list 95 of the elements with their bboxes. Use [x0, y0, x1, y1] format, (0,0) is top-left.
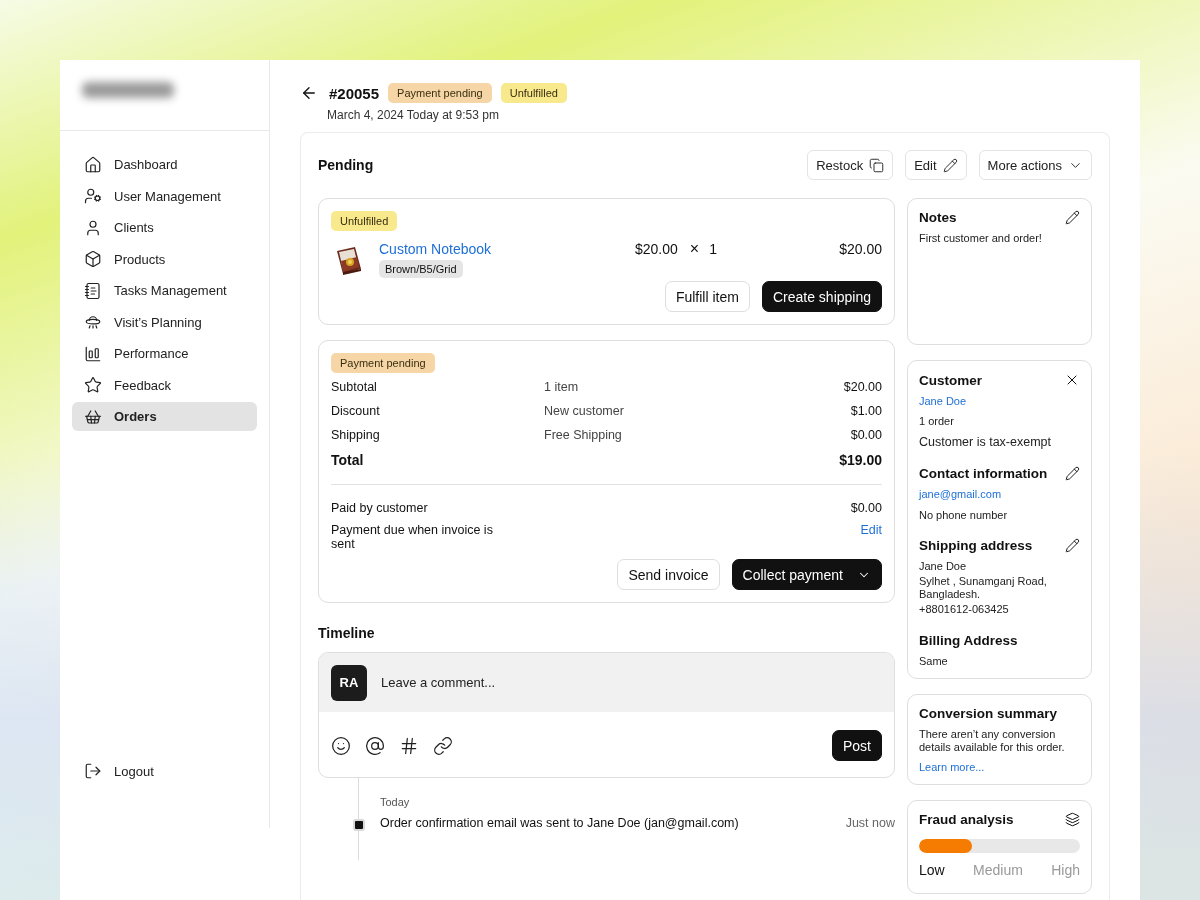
chart-icon	[84, 344, 102, 363]
quantity: 1	[709, 241, 717, 257]
risk-level: High	[1051, 862, 1080, 879]
customer-text: Sylhet , Sunamganj Road, Bangladesh.	[919, 574, 1048, 602]
status-badge: Payment pending	[388, 83, 492, 103]
star-icon	[84, 376, 102, 394]
action-button[interactable]: Edit	[905, 150, 967, 180]
post-button[interactable]: Post	[832, 730, 882, 761]
edit-link[interactable]: Edit	[860, 523, 882, 537]
customer-text: 1 order	[919, 415, 955, 429]
card-title: Billing Address	[919, 632, 1018, 648]
sidebar-item[interactable]: Visit’s Planning	[72, 307, 257, 337]
sidebar-item[interactable]: Products	[72, 244, 257, 274]
panel-title: Pending	[318, 157, 375, 173]
at-sign-icon[interactable]	[365, 735, 385, 756]
sidebar-item[interactable]: Orders	[72, 402, 257, 431]
summary-label: Shipping	[331, 428, 381, 442]
hash-icon[interactable]	[399, 735, 419, 756]
unit-price: $20.00	[635, 241, 678, 257]
summary-amount: $1.00	[849, 404, 882, 418]
payment-label: Payment due when invoice is sent	[331, 523, 494, 551]
summary-label: Total	[331, 452, 365, 468]
customer-text: +8801612-063425	[919, 603, 1010, 617]
notebook-icon	[84, 281, 102, 300]
card-title: Contact information	[919, 466, 1048, 482]
customer-text: No phone number	[919, 508, 1009, 522]
action-button[interactable]: Restock	[807, 150, 894, 180]
payment-label: Paid by customer	[331, 501, 429, 515]
customer-text: Customer is tax-exempt	[919, 435, 1052, 451]
card-title: Customer	[919, 372, 982, 388]
summary-amount: $19.00	[839, 452, 882, 468]
line-total: $20.00	[839, 241, 882, 257]
logout-icon	[84, 762, 102, 780]
basket-icon	[84, 407, 102, 426]
sidebar-item[interactable]: Dashboard	[72, 150, 257, 179]
pencil-icon[interactable]	[1065, 466, 1080, 482]
logout-item[interactable]: Logout	[72, 756, 257, 786]
secondary-button[interactable]: Fulfill item	[664, 281, 750, 312]
summary-amount: $0.00	[849, 428, 882, 442]
primary-button[interactable]: Collect payment	[731, 559, 882, 590]
summary-label: Discount	[331, 404, 381, 418]
primary-button[interactable]: Create shipping	[761, 281, 882, 312]
conversion-text: There aren’t any conversion details available for this order.	[919, 727, 1066, 755]
customer-link[interactable]: Jane Doe	[919, 395, 1080, 409]
summary-detail: 1 item	[544, 380, 580, 394]
note-text: First customer and order!	[919, 232, 1043, 246]
link-icon[interactable]	[433, 735, 453, 756]
learn-more-link[interactable]: Learn more...	[919, 761, 1080, 775]
card-title: Fraud analysis	[919, 812, 1014, 828]
order-date: March 4, 2024 Today at 9:53 pm	[327, 108, 500, 122]
sidebar-item[interactable]: Performance	[72, 339, 257, 368]
risk-level: Medium	[973, 862, 1023, 879]
order-number: #20055	[329, 84, 380, 102]
product-link[interactable]: Custom Notebook	[379, 241, 492, 257]
summary-amount: $20.00	[842, 380, 882, 394]
user-icon	[84, 218, 102, 237]
pencil-icon[interactable]	[1065, 537, 1080, 553]
customer-text: Same	[919, 654, 949, 668]
section-title: Timeline	[318, 625, 376, 641]
pencil-icon	[942, 157, 958, 173]
times-sign: ×	[689, 241, 700, 257]
status-badge: Unfulfilled	[500, 83, 567, 103]
risk-level: Low	[919, 862, 945, 879]
variant-tag: Brown/B5/Grid	[379, 260, 463, 278]
pencil-icon[interactable]	[1065, 210, 1080, 225]
card-title: Conversion summary	[919, 705, 1059, 721]
ufo-icon	[84, 313, 102, 331]
avatar: RA	[331, 664, 367, 701]
summary-label: Subtotal	[331, 380, 378, 394]
user-gear-icon	[84, 187, 102, 205]
customer-link[interactable]: jane@gmail.com	[919, 488, 1080, 502]
card-title: Shipping address	[919, 537, 1033, 553]
timeline-day: Today	[380, 796, 895, 808]
action-button[interactable]: More actions	[978, 150, 1092, 180]
customer-text: Jane Doe	[919, 559, 968, 573]
sidebar-item[interactable]: User Management	[72, 181, 257, 211]
smile-icon[interactable]	[331, 735, 351, 756]
cards-icon	[1065, 812, 1080, 828]
sidebar-item[interactable]: Clients	[72, 213, 257, 242]
event-time: Just now	[845, 816, 895, 830]
secondary-button[interactable]: Send invoice	[617, 559, 720, 590]
event-text: Order confirmation email was sent to Jane Doe (jan@gmail.com)	[380, 816, 740, 830]
summary-detail: Free Shipping	[544, 428, 623, 442]
home-icon	[84, 155, 102, 174]
status-badge: Payment pending	[331, 353, 435, 373]
comment-input[interactable]: Leave a comment...	[379, 674, 882, 691]
copy-icon	[869, 157, 885, 173]
card-title: Notes	[919, 210, 957, 225]
payment-amount: $0.00	[850, 501, 882, 515]
comment-field[interactable]: RA Leave a comment...	[319, 653, 894, 712]
sidebar-item[interactable]: Feedback	[72, 370, 257, 400]
sidebar-item[interactable]: Tasks Management	[72, 276, 257, 305]
summary-detail: New customer	[544, 404, 625, 418]
status-badge: Unfulfilled	[331, 211, 398, 231]
cube-icon	[84, 250, 102, 268]
